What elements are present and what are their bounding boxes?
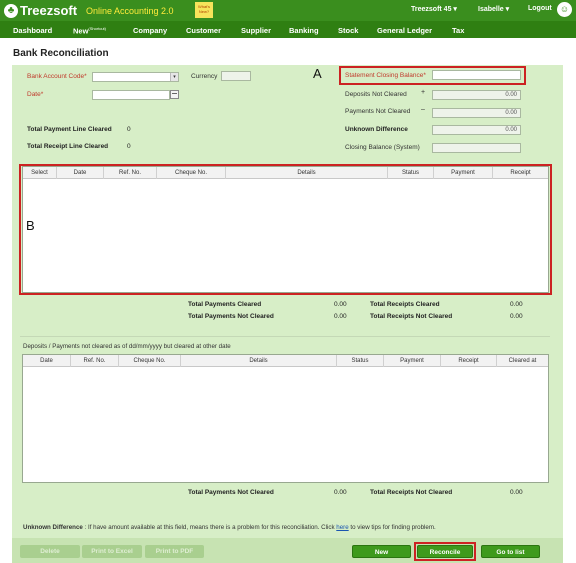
chevron-down-icon[interactable]: ▾: [170, 73, 178, 81]
note-text-end: to view tips for finding problem.: [348, 524, 436, 531]
annotation-a: A: [313, 66, 322, 81]
section-divider: [20, 336, 550, 337]
tips-link[interactable]: here: [336, 524, 348, 531]
unknown-difference-label: Unknown Difference: [345, 126, 408, 133]
grid-highlight: [19, 164, 552, 295]
user-menu[interactable]: Isabelle ▾: [478, 5, 509, 13]
company-name: Treezsoft 45: [411, 6, 452, 13]
bank-account-code-select[interactable]: ▾: [92, 72, 179, 82]
grid-header: Date Ref. No. Cheque No. Details Status …: [23, 355, 548, 367]
company-menu[interactable]: Treezsoft 45 ▾: [411, 5, 457, 13]
total-payments-not-cleared-value: 0.00: [334, 489, 347, 496]
total-receipt-line-cleared-value: 0: [127, 143, 131, 150]
reconciliation-panel: [12, 65, 563, 563]
column-header[interactable]: Receipt: [441, 355, 497, 367]
total-receipts-not-cleared-value: 0.00: [510, 489, 523, 496]
total-receipts-not-cleared-label: Total Receipts Not Cleared: [370, 489, 453, 496]
unknown-difference-note: Unknown Difference : If have amount avai…: [23, 524, 436, 531]
annotation-b: B: [26, 218, 35, 233]
whats-new-note[interactable]: What's New?: [195, 2, 213, 18]
statement-closing-balance-input[interactable]: [432, 70, 521, 80]
required-mark: *: [40, 91, 44, 98]
total-payments-cleared-label: Total Payments Cleared: [188, 301, 262, 308]
date-input[interactable]: [92, 90, 170, 100]
nav-new-badge: Shortcut: [89, 26, 105, 31]
payments-not-cleared-label: Payments Not Cleared: [345, 108, 411, 115]
plus-sign: +: [421, 89, 426, 96]
new-button[interactable]: New: [352, 545, 411, 558]
column-header[interactable]: Ref. No.: [71, 355, 119, 367]
note-text: : If have amount available at this field…: [82, 524, 337, 531]
print-to-excel-button[interactable]: Print to Excel: [82, 545, 142, 558]
total-payments-cleared-value: 0.00: [334, 301, 347, 308]
total-payment-line-cleared-value: 0: [127, 126, 131, 133]
total-receipts-not-cleared-label: Total Receipts Not Cleared: [370, 313, 453, 320]
logo[interactable]: ♣ Treezsoft: [4, 3, 77, 18]
reconcile-button[interactable]: Reconcile: [417, 545, 473, 558]
deposits-not-cleared-field: 0.00: [432, 90, 521, 100]
nav-customer[interactable]: Customer: [186, 26, 221, 35]
app-name: Online Accounting 2.0: [86, 6, 174, 16]
total-receipts-cleared-value: 0.00: [510, 301, 523, 308]
total-receipts-not-cleared-value: 0.00: [510, 313, 523, 320]
column-header[interactable]: Date: [23, 355, 71, 367]
currency-label: Currency: [191, 73, 218, 80]
nav-general-ledger[interactable]: General Ledger: [377, 26, 432, 35]
payments-not-cleared-field: 0.00: [432, 108, 521, 118]
column-header[interactable]: Status: [337, 355, 384, 367]
user-avatar-icon[interactable]: ☺: [557, 2, 572, 17]
user-name: Isabelle: [478, 6, 504, 13]
nav-company[interactable]: Company: [133, 26, 167, 35]
calendar-icon[interactable]: [170, 90, 179, 99]
column-header[interactable]: Details: [181, 355, 337, 367]
column-header[interactable]: Cleared at: [497, 355, 548, 367]
unknown-difference-field: 0.00: [432, 125, 521, 135]
total-receipt-line-cleared-label: Total Receipt Line Cleared: [27, 143, 109, 150]
column-header[interactable]: Payment: [384, 355, 441, 367]
bank-account-code-text: Bank Account Code: [27, 73, 85, 80]
uncleared-lines-grid[interactable]: Date Ref. No. Cheque No. Details Status …: [22, 354, 549, 483]
nav-new[interactable]: New(Shortcut): [73, 26, 106, 36]
page-title: Bank Reconciliation: [13, 48, 109, 59]
go-to-list-button[interactable]: Go to list: [481, 545, 540, 558]
total-payments-not-cleared-label: Total Payments Not Cleared: [188, 313, 274, 320]
minus-sign: –: [421, 106, 425, 113]
total-payment-line-cleared-label: Total Payment Line Cleared: [27, 126, 112, 133]
top-bar: ♣ Treezsoft Online Accounting 2.0 What's…: [0, 0, 576, 21]
print-to-pdf-button[interactable]: Print to PDF: [145, 545, 204, 558]
nav-stock[interactable]: Stock: [338, 26, 358, 35]
nav-new-label: New: [73, 26, 89, 36]
statement-closing-balance-label: Statement Closing Balance*: [345, 72, 426, 79]
required-mark: *: [423, 72, 426, 79]
note-label: Unknown Difference: [23, 524, 83, 531]
statement-closing-balance-text: Statement Closing Balance: [345, 72, 424, 79]
total-payments-not-cleared-value: 0.00: [334, 313, 347, 320]
total-receipts-cleared-label: Total Receipts Cleared: [370, 301, 440, 308]
column-header[interactable]: Cheque No.: [119, 355, 181, 367]
currency-field: [221, 71, 251, 81]
nav-supplier[interactable]: Supplier: [241, 26, 271, 35]
tree-icon: ♣: [4, 3, 18, 18]
nav-banking[interactable]: Banking: [289, 26, 319, 35]
closing-balance-system-field: [432, 143, 521, 153]
chevron-down-icon: ▾: [453, 6, 457, 13]
closing-balance-system-label: Closing Balance (System): [345, 144, 420, 151]
total-payments-not-cleared-label: Total Payments Not Cleared: [188, 489, 274, 496]
deposits-not-cleared-label: Deposits Not Cleared: [345, 91, 407, 98]
bank-account-code-label: Bank Account Code*: [27, 73, 87, 80]
chevron-down-icon: ▾: [505, 6, 510, 13]
main-nav: Dashboard New(Shortcut) Company Customer…: [0, 21, 576, 38]
nav-dashboard[interactable]: Dashboard: [13, 26, 52, 35]
logout-link[interactable]: Logout: [528, 5, 552, 12]
nav-tax[interactable]: Tax: [452, 26, 464, 35]
date-label: Date*: [27, 91, 43, 98]
logo-text: Treezsoft: [20, 3, 78, 18]
required-mark: *: [84, 73, 87, 80]
date-text: Date: [27, 91, 41, 98]
delete-button[interactable]: Delete: [20, 545, 80, 558]
section-title: Deposits / Payments not cleared as of dd…: [23, 343, 231, 350]
